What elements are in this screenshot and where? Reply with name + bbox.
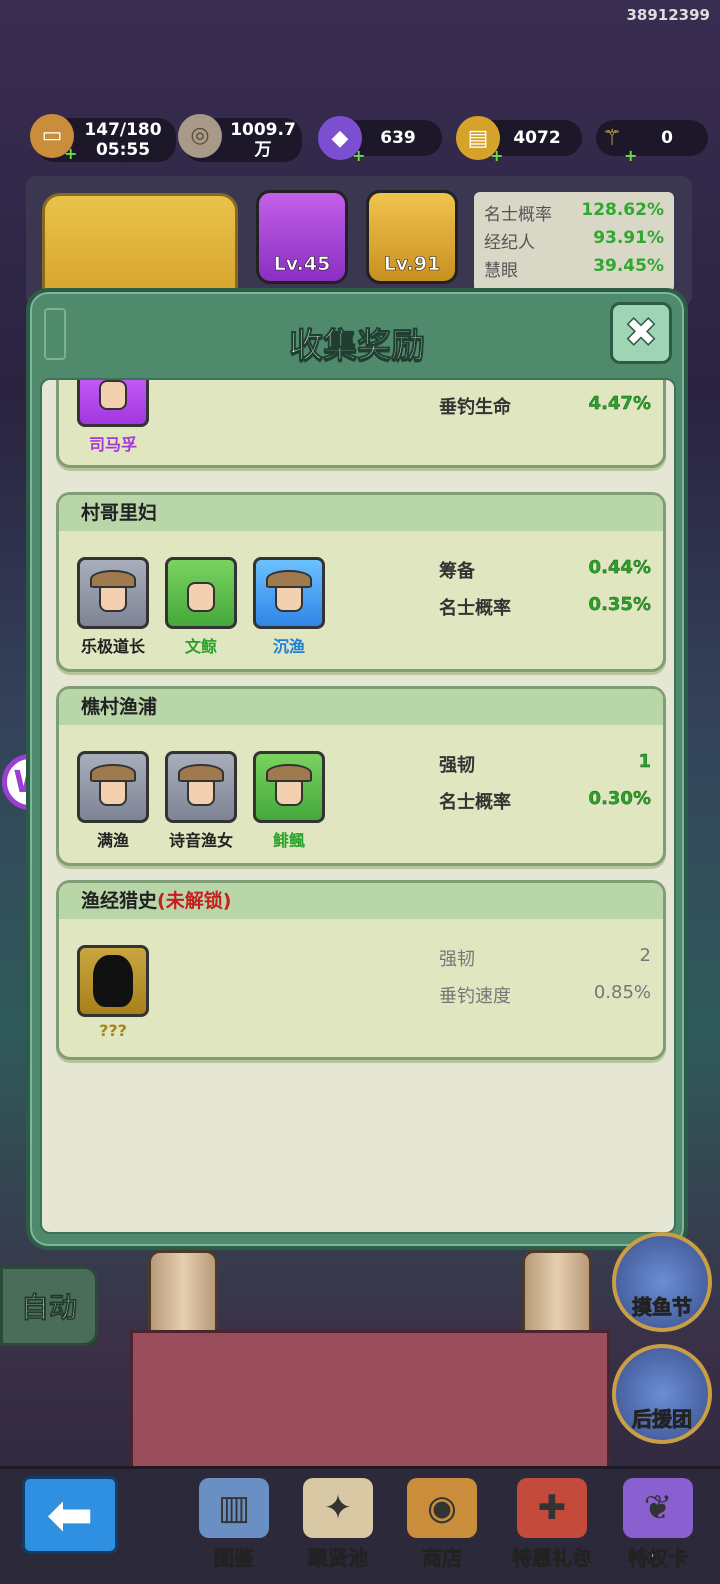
level-tile-lure[interactable]: Lv.91 xyxy=(366,190,458,284)
stamina-value: 147/180 xyxy=(84,120,162,140)
plus-icon[interactable]: + xyxy=(624,146,637,165)
back-arrow-icon: ⬅ xyxy=(46,1482,94,1548)
bonus-list: 垂钓生命 4.47% xyxy=(439,393,651,418)
locked-label: (未解锁) xyxy=(157,890,232,912)
support-group-button[interactable]: 后援团 xyxy=(612,1344,712,1444)
level-tile-rope[interactable]: Lv.45 xyxy=(256,190,348,284)
back-button[interactable]: ⬅ xyxy=(22,1476,118,1554)
bonus-list: 强韧 2 垂钓速度 0.85% xyxy=(439,945,651,1007)
card-title: 樵村渔浦 xyxy=(59,689,663,725)
plus-icon[interactable]: + xyxy=(490,146,503,165)
plus-icon[interactable]: + xyxy=(352,146,365,165)
card-title: 渔经猎史(未解锁) xyxy=(59,883,663,919)
coin-unit: 万 xyxy=(254,140,272,160)
hero-portrait xyxy=(165,751,237,823)
hero-slot[interactable]: 满渔 xyxy=(77,751,149,851)
coin-icon: ◎ xyxy=(178,114,222,158)
hero-portrait xyxy=(253,751,325,823)
modal-title: 收集奖励 xyxy=(289,326,426,367)
book-icon: ▥ xyxy=(199,1478,269,1538)
collection-card-locked: 渔经猎史(未解锁) ??? 强韧 2 垂钓速度 0.85% xyxy=(56,880,666,1060)
collection-card: 司马孚 垂钓生命 4.47% xyxy=(56,380,666,468)
resource-trident[interactable]: ⚚ 0 + xyxy=(596,120,708,165)
scroll-value: 4072 xyxy=(513,128,561,148)
hero-silhouette xyxy=(77,945,149,1017)
user-id: 38912399 xyxy=(626,6,711,24)
auto-button[interactable]: 自动 xyxy=(0,1266,98,1346)
collection-card: 樵村渔浦 满渔 诗音渔女 鲱鲺 强韧 1 名士概率 0.30% xyxy=(56,686,666,866)
hero-portrait xyxy=(77,557,149,629)
fish-festival-button[interactable]: 摸鱼节 xyxy=(612,1232,712,1332)
nav-item-privilege-card[interactable]: ❦ 特权卡 xyxy=(610,1470,706,1580)
resource-stamina[interactable]: ▭ 147/180 05:55 + xyxy=(30,114,176,164)
collection-list[interactable]: 司马孚 垂钓生命4.47% 村哥里妇 乐极道长 文鲸 沉渔 筹备0.44% xyxy=(40,378,676,1234)
nav-item-gift-pack[interactable]: ✚ 特惠礼包 xyxy=(504,1470,600,1580)
stamina-timer: 05:55 xyxy=(95,140,151,160)
bonus-list: 强韧 1 名士概率 0.30% xyxy=(439,751,651,813)
unknown-hero-icon xyxy=(93,955,133,1007)
card-icon: ❦ xyxy=(623,1478,693,1538)
close-icon: ✖ xyxy=(623,309,658,357)
hero-slot[interactable]: 鲱鲺 xyxy=(253,751,325,851)
coin-value: 1009.7 xyxy=(230,120,296,140)
collection-card: 村哥里妇 乐极道长 文鲸 沉渔 筹备 0.44% 名士概率 0.35% xyxy=(56,492,666,672)
hero-name: 满渔 xyxy=(96,831,129,850)
nav-item-handbook[interactable]: ▥ 图鉴 xyxy=(186,1470,282,1580)
hero-portrait xyxy=(253,557,325,629)
plus-icon[interactable]: + xyxy=(64,144,77,164)
hero-name: 乐极道长 xyxy=(80,637,145,656)
nav-item-shop[interactable]: ◉ 商店 xyxy=(394,1470,490,1580)
hero-slot-locked[interactable]: ??? xyxy=(77,945,149,1040)
map-icon: ✦ xyxy=(303,1478,373,1538)
fishing-rod-tile[interactable] xyxy=(42,193,238,303)
card-title: 村哥里妇 xyxy=(59,495,663,531)
bonus-list: 筹备 0.44% 名士概率 0.35% xyxy=(439,557,651,619)
shop-icon: ◉ xyxy=(407,1478,477,1538)
hero-slot[interactable]: 文鲸 xyxy=(165,557,237,657)
hero-name: 司马孚 xyxy=(88,435,137,454)
stats-box: 名士概率 128.62% 经纪人 93.91% 慧眼 39.45% xyxy=(474,192,674,292)
hero-portrait xyxy=(77,751,149,823)
hero-portrait xyxy=(77,380,149,427)
hero-name: ??? xyxy=(99,1021,127,1040)
resource-scroll[interactable]: ▤ 4072 + xyxy=(456,116,582,165)
trident-value: 0 xyxy=(661,128,673,148)
hero-portrait xyxy=(165,557,237,629)
hero-slot[interactable]: 司马孚 xyxy=(77,380,149,455)
hero-slot[interactable]: 诗音渔女 xyxy=(165,751,237,851)
hero-slot[interactable]: 沉渔 xyxy=(253,557,325,657)
close-button[interactable]: ✖ xyxy=(610,302,672,364)
hero-name: 诗音渔女 xyxy=(168,831,233,850)
hero-slot[interactable]: 乐极道长 xyxy=(77,557,149,657)
collection-reward-modal: 收集奖励 ✖ 司马孚 垂钓生命 4.47% 村哥里妇 乐极道长 文鲸 沉渔 筹备… xyxy=(26,288,688,1250)
hero-name: 文鲸 xyxy=(184,637,217,656)
dock xyxy=(130,1330,610,1470)
resource-gem[interactable]: ◆ 639 + xyxy=(318,116,442,165)
gem-value: 639 xyxy=(380,128,416,148)
nav-item-recruit[interactable]: ✦ 聚贤池 xyxy=(290,1470,386,1580)
hero-name: 沉渔 xyxy=(272,637,305,656)
hero-name: 鲱鲺 xyxy=(272,831,305,850)
resource-coin[interactable]: ◎ 1009.7 万 xyxy=(178,114,302,162)
gift-icon: ✚ xyxy=(517,1478,587,1538)
